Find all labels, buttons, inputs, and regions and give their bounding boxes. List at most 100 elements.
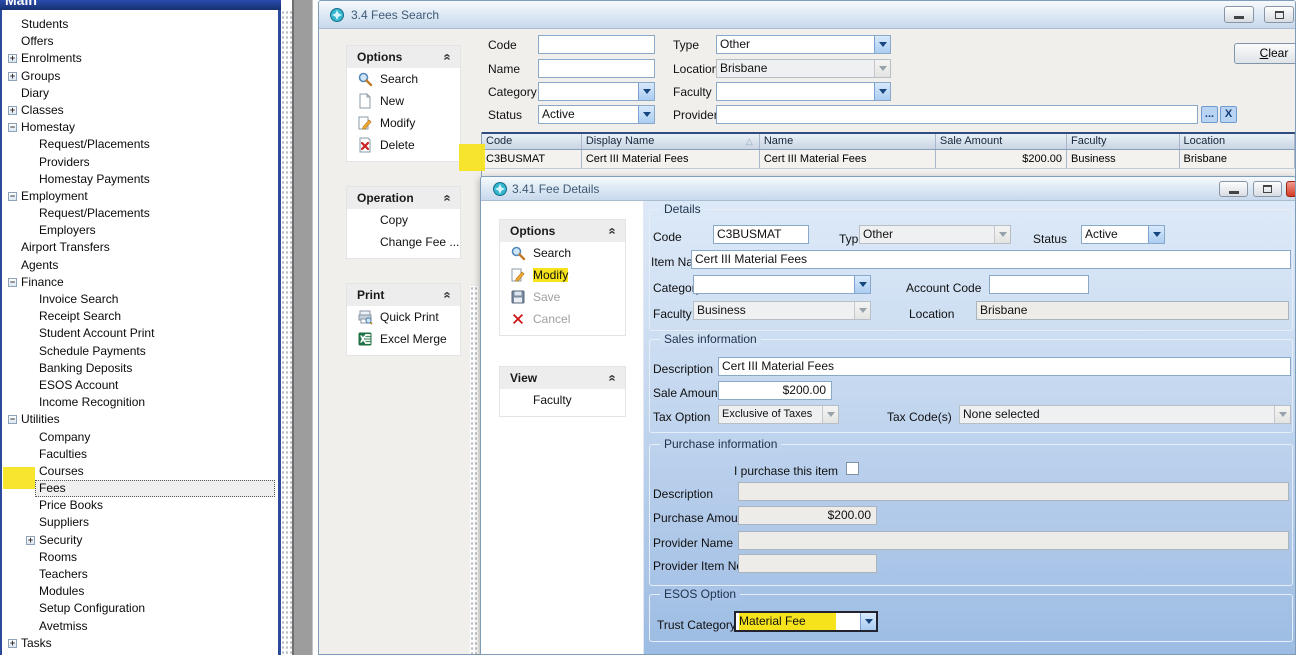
sidebar-item-modules[interactable]: Modules: [2, 583, 278, 600]
chevron-down-icon[interactable]: [874, 83, 890, 100]
sidebar-item-avetmiss[interactable]: Avetmiss: [2, 618, 278, 635]
chevron-down-icon[interactable]: [1148, 226, 1164, 243]
sidebar-item-diary[interactable]: Diary: [2, 85, 278, 102]
minimize-button[interactable]: [1219, 181, 1248, 197]
expand-icon[interactable]: +: [8, 639, 17, 648]
sidebar-item-income-recognition[interactable]: Income Recognition: [2, 394, 278, 411]
sidebar-item-homestay-payments[interactable]: Homestay Payments: [2, 171, 278, 188]
sidebar-item-banking-deposits[interactable]: Banking Deposits: [2, 360, 278, 377]
sidebar-item-request-placements[interactable]: Request/Placements: [2, 205, 278, 222]
clear-button[interactable]: Clear: [1234, 43, 1296, 64]
tax-option-dropdown[interactable]: Exclusive of Taxes: [718, 405, 839, 424]
collapse-icon[interactable]: −: [8, 192, 17, 201]
expand-icon[interactable]: +: [26, 536, 35, 545]
save-button[interactable]: Save: [500, 286, 625, 308]
sidebar-item-invoice-search[interactable]: Invoice Search: [2, 291, 278, 308]
expand-icon[interactable]: +: [8, 72, 17, 81]
sidebar-item-receipt-search[interactable]: Receipt Search: [2, 308, 278, 325]
grid-cell-code[interactable]: C3BUSMAT: [482, 150, 582, 168]
panel-header-options[interactable]: Options: [347, 46, 460, 68]
fee-details-titlebar[interactable]: 3.41 Fee Details: [481, 177, 1295, 201]
pane-splitter[interactable]: [292, 0, 313, 655]
delete-button[interactable]: Delete: [347, 134, 460, 156]
sidebar-item-rooms[interactable]: Rooms: [2, 549, 278, 566]
grid-data-row[interactable]: C3BUSMATCert III Material FeesCert III M…: [482, 150, 1295, 169]
grid-cell-name[interactable]: Cert III Material Fees: [760, 150, 936, 168]
sidebar-item-employment[interactable]: −Employment: [2, 188, 278, 205]
grid-cell-location[interactable]: Brisbane: [1180, 150, 1295, 168]
maximize-button[interactable]: [1264, 6, 1294, 23]
cancel-button[interactable]: Cancel: [500, 308, 625, 330]
sidebar-item-setup-configuration[interactable]: Setup Configuration: [2, 600, 278, 617]
chevron-down-icon[interactable]: [860, 613, 876, 630]
grid-column-sale-amount[interactable]: Sale Amount: [936, 134, 1067, 149]
sidebar-item-agents[interactable]: Agents: [2, 257, 278, 274]
search-button[interactable]: Search: [500, 242, 625, 264]
collapse-chevron-icon[interactable]: [441, 194, 451, 201]
close-button[interactable]: [1286, 181, 1296, 197]
sidebar-item-students[interactable]: Students: [2, 16, 278, 33]
sidebar-item-employers[interactable]: Employers: [2, 222, 278, 239]
purchase-checkbox[interactable]: [846, 462, 859, 475]
grid-column-name[interactable]: Name: [760, 134, 936, 149]
type-dropdown[interactable]: Other: [859, 225, 1011, 244]
provider-clear-button[interactable]: X: [1220, 106, 1237, 123]
sidebar-item-request-placements[interactable]: Request/Placements: [2, 136, 278, 153]
sidebar-item-providers[interactable]: Providers: [2, 154, 278, 171]
grid-cell-display-name[interactable]: Cert III Material Fees: [582, 150, 760, 168]
grid-column-code[interactable]: Code: [482, 134, 582, 149]
grid-cell-faculty[interactable]: Business: [1067, 150, 1180, 168]
sidebar-item-homestay[interactable]: −Homestay: [2, 119, 278, 136]
sidebar-item-price-books[interactable]: Price Books: [2, 497, 278, 514]
code-input[interactable]: [538, 35, 655, 54]
sidebar-item-security[interactable]: +Security: [2, 532, 278, 549]
tax-codes-dropdown[interactable]: None selected: [959, 405, 1291, 424]
expand-icon[interactable]: +: [8, 54, 17, 63]
location-dropdown[interactable]: Brisbane: [716, 59, 891, 78]
change-fee-button[interactable]: Change Fee ...: [347, 231, 460, 253]
collapse-icon[interactable]: −: [8, 123, 17, 132]
faculty-dropdown[interactable]: Business: [693, 301, 871, 320]
maximize-button[interactable]: [1253, 181, 1282, 197]
modify-button[interactable]: Modify: [500, 264, 625, 286]
chevron-down-icon[interactable]: [874, 36, 890, 53]
provider-input[interactable]: [716, 105, 1198, 124]
sidebar-item-fees[interactable]: Fees: [35, 480, 275, 497]
grid-cell-sale-amount[interactable]: $200.00: [936, 150, 1067, 168]
search-button[interactable]: Search: [347, 68, 460, 90]
grid-column-display-name[interactable]: Display Name: [582, 134, 760, 149]
sidebar-item-suppliers[interactable]: Suppliers: [2, 514, 278, 531]
sidebar-item-faculties[interactable]: Faculties: [2, 446, 278, 463]
sidebar-item-tasks[interactable]: +Tasks: [2, 635, 278, 652]
collapse-chevron-icon[interactable]: [606, 227, 616, 234]
minimize-button[interactable]: [1224, 6, 1254, 23]
faculty-dropdown[interactable]: [716, 82, 891, 101]
name-input[interactable]: [538, 59, 655, 78]
sidebar-item-airport-transfers[interactable]: Airport Transfers: [2, 239, 278, 256]
trust-category-dropdown[interactable]: Material Fee: [734, 611, 878, 632]
chevron-down-icon[interactable]: [854, 276, 870, 293]
collapse-icon[interactable]: −: [8, 278, 17, 287]
panel-header-print[interactable]: Print: [347, 284, 460, 306]
grid-column-faculty[interactable]: Faculty: [1067, 134, 1180, 149]
expand-icon[interactable]: +: [8, 106, 17, 115]
category-dropdown[interactable]: [538, 82, 655, 101]
sidebar-item-enrolments[interactable]: +Enrolments: [2, 50, 278, 67]
collapse-chevron-icon[interactable]: [441, 291, 451, 298]
quick-print-button[interactable]: Quick Print: [347, 306, 460, 328]
panel-header-options[interactable]: Options: [500, 220, 625, 242]
account-code-input[interactable]: [989, 275, 1089, 294]
sidebar-item-finance[interactable]: −Finance: [2, 274, 278, 291]
provider-browse-button[interactable]: ...: [1201, 106, 1218, 123]
status-dropdown[interactable]: Active: [538, 105, 655, 124]
modify-button[interactable]: Modify: [347, 112, 460, 134]
sidebar-item-offers[interactable]: Offers: [2, 33, 278, 50]
sidebar-item-teachers[interactable]: Teachers: [2, 566, 278, 583]
panel-header-view[interactable]: View: [500, 367, 625, 389]
sidebar-item-utilities[interactable]: −Utilities: [2, 411, 278, 428]
collapse-chevron-icon[interactable]: [606, 374, 616, 381]
code-input[interactable]: C3BUSMAT: [713, 225, 809, 244]
sidebar-item-schedule-payments[interactable]: Schedule Payments: [2, 343, 278, 360]
sidebar-item-courses[interactable]: Courses: [2, 463, 278, 480]
sale-amount-input[interactable]: $200.00: [718, 381, 832, 400]
